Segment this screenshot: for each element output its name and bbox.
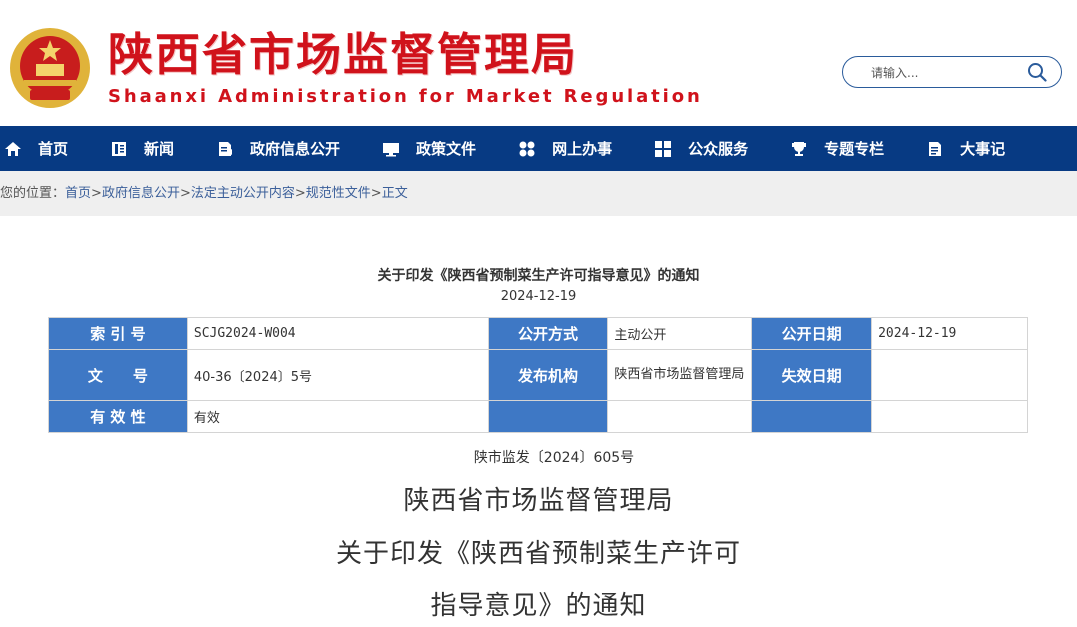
grid-icon: [655, 140, 672, 157]
meta-label-open-date: 公开日期: [751, 317, 873, 350]
meta-value-doc-no: 40-36〔2024〕5号: [186, 349, 489, 401]
main-nav: 首页 新闻 政府信息公开 政策文件 网上办事 公众服务 专题专栏 大事记: [0, 126, 1077, 171]
meta-value-index: SCJG2024-W004: [186, 317, 489, 350]
breadcrumb-link-body[interactable]: 正文: [382, 186, 408, 201]
home-icon: [5, 141, 21, 156]
breadcrumb: 您的位置：首页>政府信息公开>法定主动公开内容>规范性文件>正文: [0, 171, 1077, 216]
meta-value-expiry: [871, 349, 1028, 401]
meta-empty-value-cell: [607, 400, 753, 433]
nav-label: 专题专栏: [824, 140, 885, 158]
meta-value-validity: 有效: [186, 400, 489, 433]
breadcrumb-link-legal-content[interactable]: 法定主动公开内容: [191, 186, 295, 201]
nav-item-news[interactable]: 新闻: [110, 126, 174, 171]
nav-item-online-service[interactable]: 网上办事: [518, 126, 612, 171]
nav-item-public-service[interactable]: 公众服务: [654, 126, 748, 171]
clover-icon: [519, 141, 535, 156]
meta-empty-label-cell: [751, 400, 873, 433]
breadcrumb-prefix: 您的位置：: [0, 186, 66, 201]
site-title[interactable]: 陕西省市场监督管理局: [108, 30, 578, 80]
breadcrumb-separator: >: [91, 186, 102, 201]
breadcrumb-separator: >: [179, 186, 191, 201]
search-input[interactable]: [869, 63, 1023, 83]
document-icon: [929, 141, 942, 156]
nav-item-policy[interactable]: 政策文件: [382, 126, 476, 171]
meta-label-doc-no: 文 号: [48, 349, 188, 401]
nav-label: 网上办事: [552, 140, 613, 158]
trophy-icon: [792, 141, 807, 156]
news-icon: [112, 141, 127, 156]
meta-value-open-date: 2024-12-19: [871, 317, 1028, 350]
monitor-icon: [383, 142, 400, 156]
document-title: 关于印发《陕西省预制菜生产许可指导意见》的通知: [377, 268, 700, 284]
nav-label: 首页: [38, 140, 69, 158]
meta-label-expiry: 失效日期: [751, 349, 873, 401]
nav-label: 政策文件: [416, 140, 477, 158]
info-icon: [219, 141, 233, 156]
breadcrumb-link-gov-info[interactable]: 政府信息公开: [102, 186, 180, 201]
breadcrumb-separator: >: [370, 186, 382, 201]
document-number: 陕市监发〔2024〕605号: [473, 450, 635, 466]
meta-value-open-mode: 主动公开: [607, 317, 753, 350]
meta-empty-value-cell: [871, 400, 1028, 433]
meta-label-open-mode: 公开方式: [487, 317, 609, 350]
breadcrumb-link-normative-docs[interactable]: 规范性文件: [306, 186, 371, 201]
national-emblem-icon[interactable]: [8, 26, 92, 110]
document-date: 2024-12-19: [500, 289, 577, 304]
document-heading-line-2: 关于印发《陕西省预制菜生产许可: [335, 539, 741, 569]
meta-value-publisher: 陕西省市场监督管理局: [607, 349, 753, 401]
search-box: [842, 56, 1062, 88]
nav-label: 新闻: [144, 140, 175, 158]
nav-item-special-topics[interactable]: 专题专栏: [790, 126, 884, 171]
document-heading-line-3: 指导意见》的通知: [430, 591, 647, 621]
document-heading-line-1: 陕西省市场监督管理局: [403, 486, 674, 516]
nav-label: 大事记: [960, 140, 1006, 158]
nav-item-chronicle[interactable]: 大事记: [926, 126, 1005, 171]
nav-label: 政府信息公开: [250, 140, 341, 158]
meta-label-index: 索 引 号: [48, 317, 188, 350]
search-icon[interactable]: [1027, 62, 1047, 82]
document-meta-table: 索 引 号 SCJG2024-W004 公开方式 主动公开 公开日期 2024-…: [48, 317, 1028, 433]
nav-label: 公众服务: [688, 140, 749, 158]
site-subtitle: Shaanxi Administration for Market Regula…: [108, 86, 703, 107]
meta-label-publisher: 发布机构: [487, 349, 609, 401]
site-header: 陕西省市场监督管理局 Shaanxi Administration for Ma…: [0, 0, 1077, 126]
meta-label-validity: 有 效 性: [48, 400, 188, 433]
breadcrumb-link-home[interactable]: 首页: [65, 186, 91, 201]
nav-item-gov-info[interactable]: 政府信息公开: [216, 126, 340, 171]
nav-item-home[interactable]: 首页: [4, 126, 68, 171]
meta-empty-label-cell: [487, 400, 609, 433]
breadcrumb-separator: >: [294, 186, 306, 201]
